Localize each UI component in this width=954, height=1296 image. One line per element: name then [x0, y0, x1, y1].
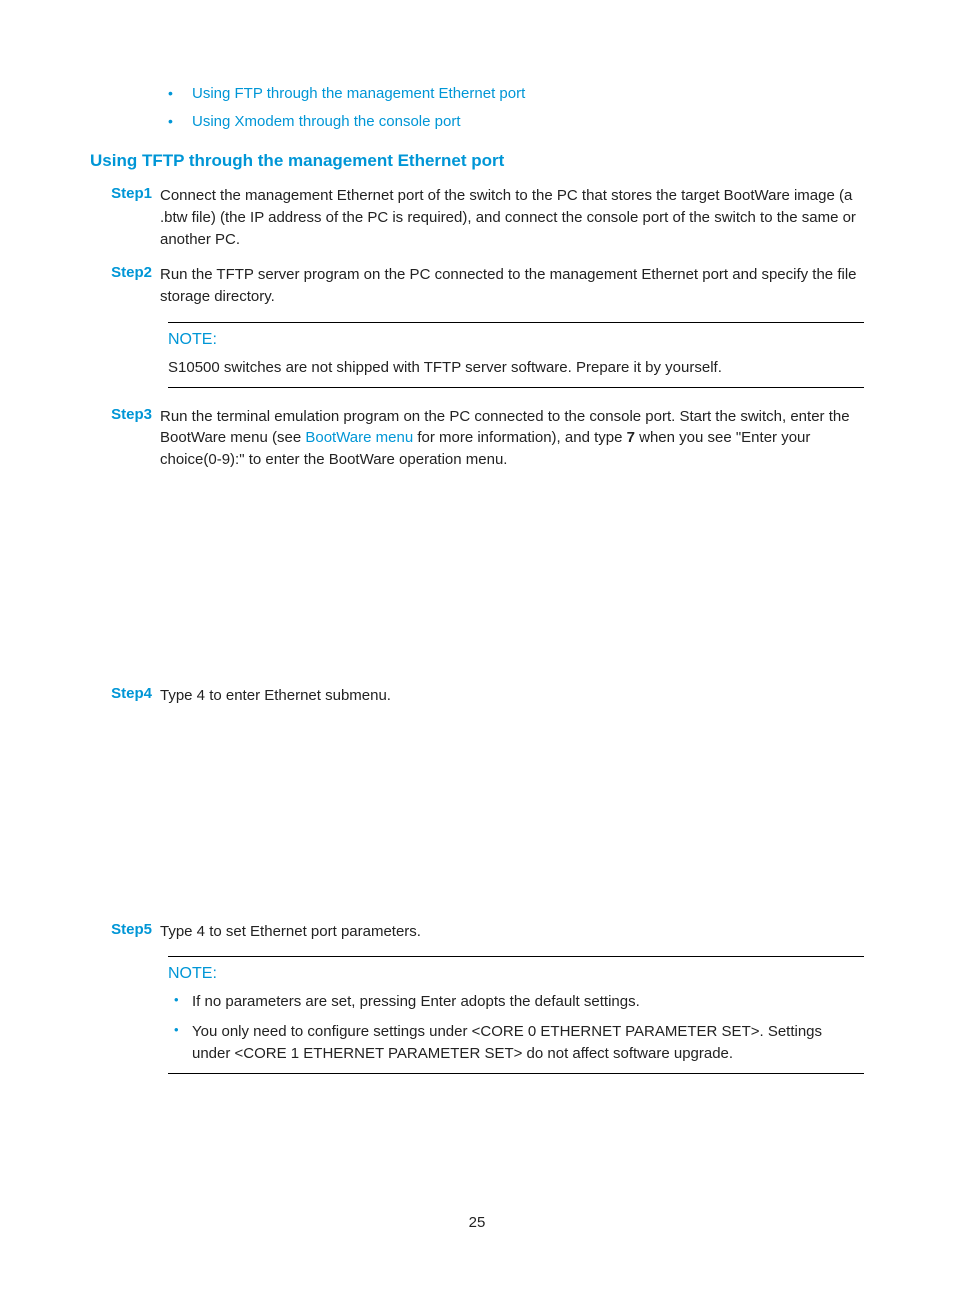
step-2-body: Run the TFTP server program on the PC co…: [160, 264, 864, 308]
step-1-label: Step1: [104, 185, 160, 250]
step-1: Step1 Connect the management Ethernet po…: [104, 185, 864, 250]
step-4-label: Step4: [104, 685, 160, 707]
step-5-body: Type 4 to set Ethernet port parameters.: [160, 921, 864, 943]
link-ftp[interactable]: Using FTP through the management Etherne…: [192, 85, 525, 102]
step-1-body: Connect the management Ethernet port of …: [160, 185, 864, 250]
link-item-xmodem: Using Xmodem through the console port: [160, 113, 864, 131]
spacer-2: [90, 721, 864, 921]
page-number: 25: [90, 1214, 864, 1231]
step-3-mid: for more information), and type: [413, 429, 626, 446]
step-5: Step5 Type 4 to set Ethernet port parame…: [104, 921, 864, 943]
step-2: Step2 Run the TFTP server program on the…: [104, 264, 864, 308]
step-3: Step3 Run the terminal emulation program…: [104, 406, 864, 471]
link-xmodem[interactable]: Using Xmodem through the console port: [192, 113, 460, 130]
step-2-label: Step2: [104, 264, 160, 308]
step-4-body: Type 4 to enter Ethernet submenu.: [160, 685, 864, 707]
step-3-body: Run the terminal emulation program on th…: [160, 406, 864, 471]
spacer-1: [90, 485, 864, 685]
step-4: Step4 Type 4 to enter Ethernet submenu.: [104, 685, 864, 707]
step-5-label: Step5: [104, 921, 160, 943]
note-box-1: NOTE: S10500 switches are not shipped wi…: [168, 322, 864, 388]
note-box-2: NOTE: If no parameters are set, pressing…: [168, 956, 864, 1073]
note-1-label: NOTE:: [168, 331, 864, 349]
note-1-text: S10500 switches are not shipped with TFT…: [168, 357, 864, 379]
bootware-menu-link[interactable]: BootWare menu: [305, 429, 413, 446]
top-links-list: Using FTP through the management Etherne…: [160, 85, 864, 131]
note-2-item-0: If no parameters are set, pressing Enter…: [168, 991, 864, 1013]
note-2-list: If no parameters are set, pressing Enter…: [168, 991, 864, 1064]
note-2-label: NOTE:: [168, 965, 864, 983]
step-3-bold: 7: [627, 429, 635, 446]
note-2-item-1: You only need to configure settings unde…: [168, 1021, 864, 1065]
link-item-ftp: Using FTP through the management Etherne…: [160, 85, 864, 103]
step-3-label: Step3: [104, 406, 160, 471]
section-heading: Using TFTP through the management Ethern…: [90, 151, 864, 171]
